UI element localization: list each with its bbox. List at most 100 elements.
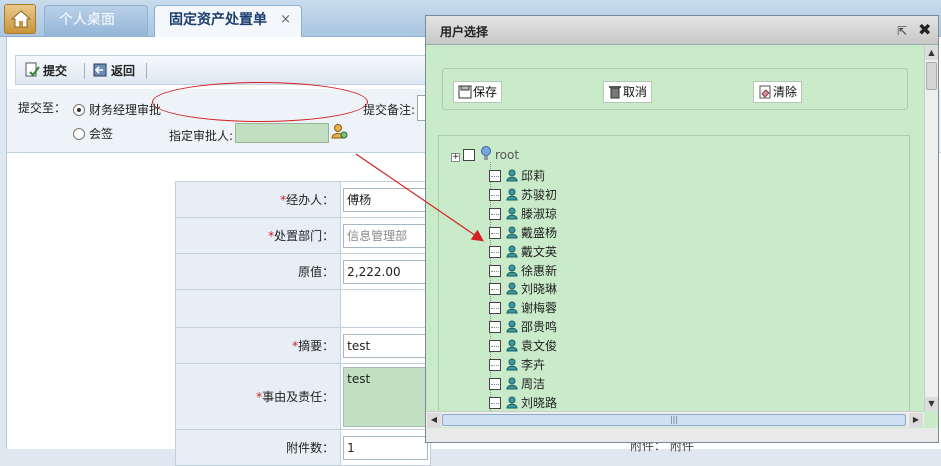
tree-user-label: 谢梅蓉 (521, 301, 558, 316)
close-icon[interactable]: ✖ (918, 20, 931, 39)
checkbox[interactable] (463, 149, 475, 161)
tree-user-label: 邱莉 (521, 169, 546, 183)
field-label: *摘要： (174, 327, 342, 364)
trash-icon (609, 86, 621, 99)
tree-user-item[interactable]: 袁文俊 (489, 337, 557, 355)
radio-button[interactable] (73, 104, 85, 116)
handler-field[interactable]: 傅杨 (343, 187, 428, 212)
dialog-button-panel: 保存 取消 清除 (442, 68, 908, 110)
tree-line (491, 289, 499, 291)
tree-user-item[interactable]: 谢梅蓉 (489, 299, 557, 317)
approver-label: 指定审批人: (169, 129, 234, 143)
radio-finance-manager-approval[interactable]: 财务经理审批 (73, 101, 161, 118)
tree-user-label: 袁文俊 (521, 339, 558, 354)
tab-label: 个人桌面 (59, 12, 115, 28)
tree-line (491, 308, 499, 310)
tree-user-item[interactable]: 戴文英 (489, 243, 557, 261)
expand-icon[interactable]: + (451, 153, 460, 162)
summary-field[interactable]: test (343, 333, 428, 358)
save-label: 保存 (473, 85, 498, 99)
tree-user-item[interactable]: 戴盛杨 (489, 224, 557, 242)
department-field[interactable]: 信息管理部 (343, 223, 428, 248)
back-button[interactable]: 返回 (92, 62, 135, 80)
tree-line (491, 365, 499, 366)
user-icon (506, 377, 518, 390)
tree-user-item[interactable]: 苏骏初 (489, 186, 557, 204)
clear-button[interactable]: 清除 (753, 81, 803, 103)
disposal-form-table: *经办人： 傅杨 *处置部门： 信息管理部 原值： 2,222.00 *摘要： … (174, 181, 431, 466)
user-icon (506, 226, 518, 239)
annotation-ellipse (152, 82, 368, 122)
scroll-right-icon[interactable]: ▶ (909, 413, 923, 427)
tree-line (491, 213, 499, 215)
popout-icon[interactable]: ⇱ (897, 24, 907, 38)
tab-personal-desktop[interactable]: 个人桌面 (44, 5, 148, 37)
tree-line (491, 232, 499, 234)
tree-line (491, 327, 499, 329)
radio-button[interactable] (73, 128, 85, 140)
save-button[interactable]: 保存 (453, 81, 503, 103)
tree-user-label: 刘晓琳 (521, 282, 558, 297)
reason-field[interactable]: test (343, 366, 428, 427)
back-icon (93, 63, 107, 77)
home-button[interactable] (4, 4, 36, 34)
tree-line (491, 270, 499, 272)
toolbar-divider (146, 63, 147, 79)
tree-root-label: root (495, 148, 520, 162)
tree-user-item[interactable]: 刘晓琳 (489, 280, 557, 298)
tree-line (491, 346, 499, 348)
clear-label: 清除 (773, 85, 798, 99)
tab-asset-disposal-form[interactable]: 固定资产处置单 × (154, 5, 302, 37)
tree-user-label: 滕淑琼 (521, 206, 558, 221)
user-icon (506, 264, 518, 276)
toolbar-divider (84, 63, 85, 79)
tree-user-label: 邵贵鸣 (521, 320, 558, 335)
tree-user-label: 戴盛杨 (521, 225, 558, 240)
tree-user-label: 徐惠新 (521, 263, 558, 278)
tree-line (491, 251, 499, 253)
horizontal-scrollbar[interactable]: ◀ ||| ▶ (426, 411, 924, 427)
field-label: *事由及责任： (174, 363, 342, 430)
tab-close-icon[interactable]: × (280, 6, 291, 34)
user-icon (506, 320, 518, 333)
attachments-field[interactable]: 1 (343, 435, 428, 460)
original-value-field[interactable]: 2,222.00 (343, 259, 428, 284)
tree-user-label: 刘晓路 (521, 395, 558, 410)
scroll-thumb[interactable] (926, 62, 937, 90)
tree-user-item[interactable]: 刘晓路 (489, 394, 557, 412)
tree-line (491, 402, 499, 404)
scroll-down-icon[interactable]: ▼ (925, 397, 938, 411)
scroll-left-icon[interactable]: ◀ (427, 413, 441, 427)
cancel-label: 取消 (623, 85, 648, 99)
radio-label: 会签 (89, 127, 114, 141)
dialog-footer (426, 428, 938, 442)
vertical-scrollbar[interactable]: ▲ ▼ (924, 46, 938, 411)
user-icon (506, 282, 518, 295)
tree-user-item[interactable]: 滕淑琼 (489, 205, 557, 223)
cancel-button[interactable]: 取消 (603, 81, 653, 103)
tab-label: 固定资产处置单 (169, 12, 267, 28)
tree-root[interactable]: + root (451, 146, 519, 164)
tree-user-label: 周洁 (521, 376, 546, 391)
empty-cell (174, 289, 342, 328)
save-icon (458, 85, 472, 99)
scroll-thumb[interactable]: ||| (442, 414, 906, 426)
scroll-up-icon[interactable]: ▲ (925, 46, 938, 60)
radio-countersign[interactable]: 会签 (73, 125, 113, 142)
tree-user-item[interactable]: 徐惠新 (489, 262, 557, 280)
clear-icon (759, 85, 771, 99)
submit-note-label: 提交备注: (363, 103, 416, 117)
submit-label: 提交 (43, 64, 68, 78)
user-icon (506, 396, 518, 409)
user-icon (506, 188, 518, 201)
user-select-icon[interactable] (331, 123, 349, 141)
tree-user-item[interactable]: 邵贵鸣 (489, 318, 557, 336)
tree-line (491, 176, 499, 177)
submit-button[interactable]: 提交 (24, 62, 67, 80)
user-icon (506, 245, 518, 258)
approver-input[interactable] (235, 123, 329, 143)
field-label: *处置部门： (174, 217, 342, 254)
tree-line (491, 383, 499, 385)
home-icon (11, 10, 31, 28)
field-label: 原值： (174, 253, 342, 290)
